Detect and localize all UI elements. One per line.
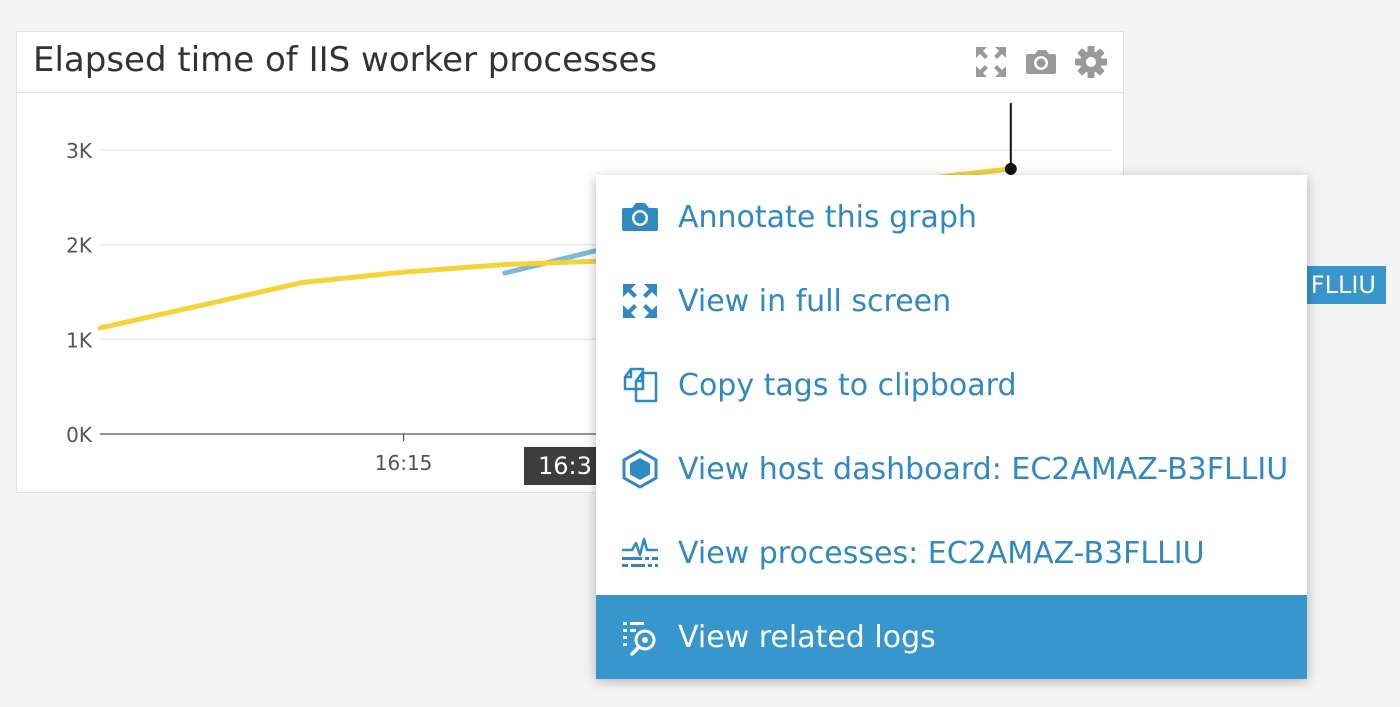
host-tag: FLLIU bbox=[1300, 266, 1386, 304]
expand-icon bbox=[618, 279, 662, 323]
menu-item-label: Copy tags to clipboard bbox=[678, 367, 1017, 403]
cursor-point bbox=[1004, 162, 1017, 175]
menu-item-label: View processes: EC2AMAZ-B3FLLIU bbox=[678, 535, 1205, 571]
y-tick-label: 2K bbox=[66, 234, 93, 258]
processes-icon bbox=[618, 531, 662, 575]
menu-item-label: View related logs bbox=[678, 619, 936, 655]
menu-item-related-logs[interactable]: View related logs bbox=[596, 595, 1307, 679]
time-tooltip: 16:3 bbox=[524, 447, 598, 485]
menu-item-host-dashboard[interactable]: View host dashboard: EC2AMAZ-B3FLLIU bbox=[596, 427, 1307, 511]
menu-item-label: View host dashboard: EC2AMAZ-B3FLLIU bbox=[678, 451, 1289, 487]
menu-item-copy-tags[interactable]: Copy tags to clipboard bbox=[596, 343, 1307, 427]
screen: Elapsed time of IIS worker processes 0K … bbox=[0, 0, 1400, 707]
copy-tags-icon bbox=[618, 363, 662, 407]
menu-item-label: View in full screen bbox=[678, 283, 952, 319]
x-tick-label: 16:15 bbox=[375, 451, 433, 475]
camera-icon bbox=[618, 195, 662, 239]
logs-search-icon bbox=[618, 615, 662, 659]
hexagon-host-icon bbox=[618, 447, 662, 491]
context-menu: Annotate this graph View in full screen bbox=[596, 175, 1307, 679]
y-tick-label: 0K bbox=[66, 423, 93, 447]
menu-item-annotate[interactable]: Annotate this graph bbox=[596, 175, 1307, 259]
menu-item-fullscreen[interactable]: View in full screen bbox=[596, 259, 1307, 343]
y-tick-label: 1K bbox=[66, 328, 93, 352]
menu-item-label: Annotate this graph bbox=[678, 199, 977, 235]
y-tick-label: 3K bbox=[66, 139, 93, 163]
menu-item-processes[interactable]: View processes: EC2AMAZ-B3FLLIU bbox=[596, 511, 1307, 595]
